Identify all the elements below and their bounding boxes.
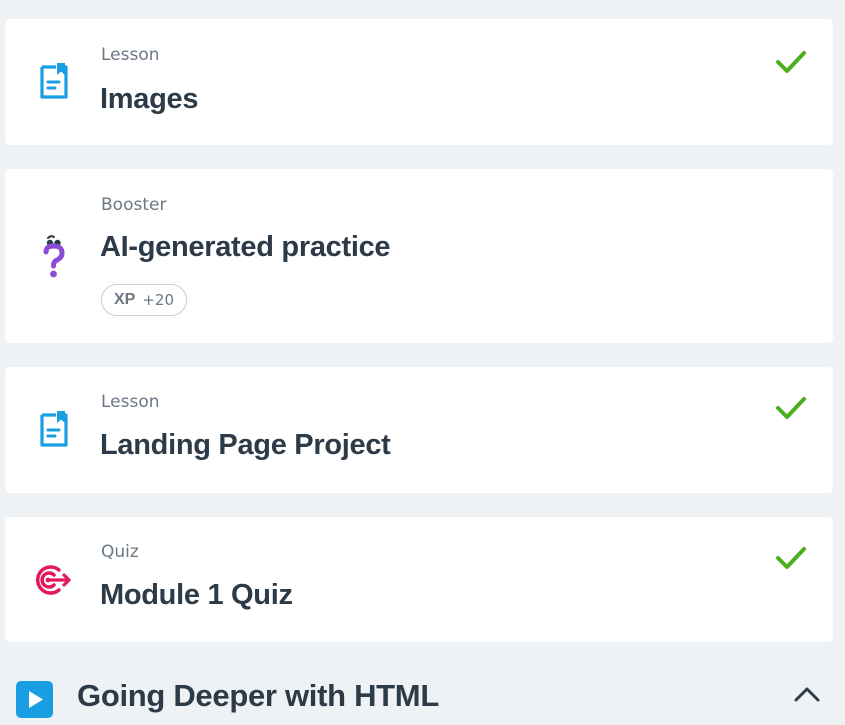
- play-icon: [16, 681, 53, 723]
- lesson-doc-icon: [39, 409, 69, 454]
- xp-value: +20: [142, 291, 174, 309]
- module-header-going-deeper[interactable]: Going Deeper with HTML: [0, 665, 845, 725]
- module-title: Going Deeper with HTML: [77, 678, 439, 713]
- item-type-label: Lesson: [101, 392, 160, 412]
- xp-badge: XP +20: [101, 284, 187, 316]
- chevron-up-icon[interactable]: [793, 685, 821, 708]
- lesson-doc-icon: [39, 61, 69, 106]
- item-type-label: Booster: [101, 195, 167, 215]
- completed-check-icon: [775, 395, 807, 426]
- target-icon: [33, 564, 73, 601]
- item-title[interactable]: Module 1 Quiz: [100, 579, 293, 612]
- lesson-card-landing-page[interactable]: Lesson Landing Page Project: [5, 367, 833, 493]
- item-type-label: Quiz: [101, 542, 139, 562]
- item-title[interactable]: Images: [100, 83, 198, 116]
- item-title[interactable]: AI-generated practice: [100, 231, 391, 264]
- quiz-card-module-1[interactable]: Quiz Module 1 Quiz: [5, 517, 833, 642]
- question-mark-icon: [38, 232, 70, 285]
- lesson-card-images[interactable]: Lesson Images: [5, 19, 833, 145]
- xp-label: XP: [114, 291, 136, 308]
- item-title[interactable]: Landing Page Project: [100, 429, 391, 462]
- booster-card-ai-practice[interactable]: Booster AI-generated practice XP +20: [5, 169, 833, 343]
- completed-check-icon: [775, 545, 807, 576]
- completed-check-icon: [775, 49, 807, 80]
- item-type-label: Lesson: [101, 45, 160, 65]
